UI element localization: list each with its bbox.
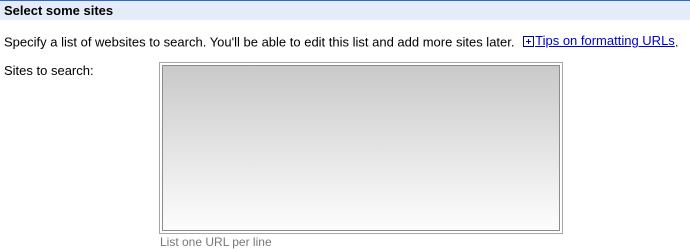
intro-line: Specify a list of websites to search. Yo…	[4, 33, 678, 51]
plus-box-icon[interactable]	[523, 35, 535, 47]
intro-text: Specify a list of websites to search. Yo…	[4, 34, 515, 50]
sites-textarea[interactable]	[159, 62, 563, 234]
section-header: Select some sites	[0, 0, 690, 20]
intro-period: .	[674, 34, 679, 50]
tips-link-label[interactable]: Tips on formatting URLs	[535, 33, 675, 49]
sites-field-hint: List one URL per line	[160, 235, 272, 249]
section-title: Select some sites	[4, 3, 114, 18]
tips-link[interactable]: Tips on formatting URLs	[518, 33, 675, 49]
sites-textarea-input[interactable]	[162, 65, 560, 231]
sites-field-label: Sites to search:	[4, 63, 94, 78]
